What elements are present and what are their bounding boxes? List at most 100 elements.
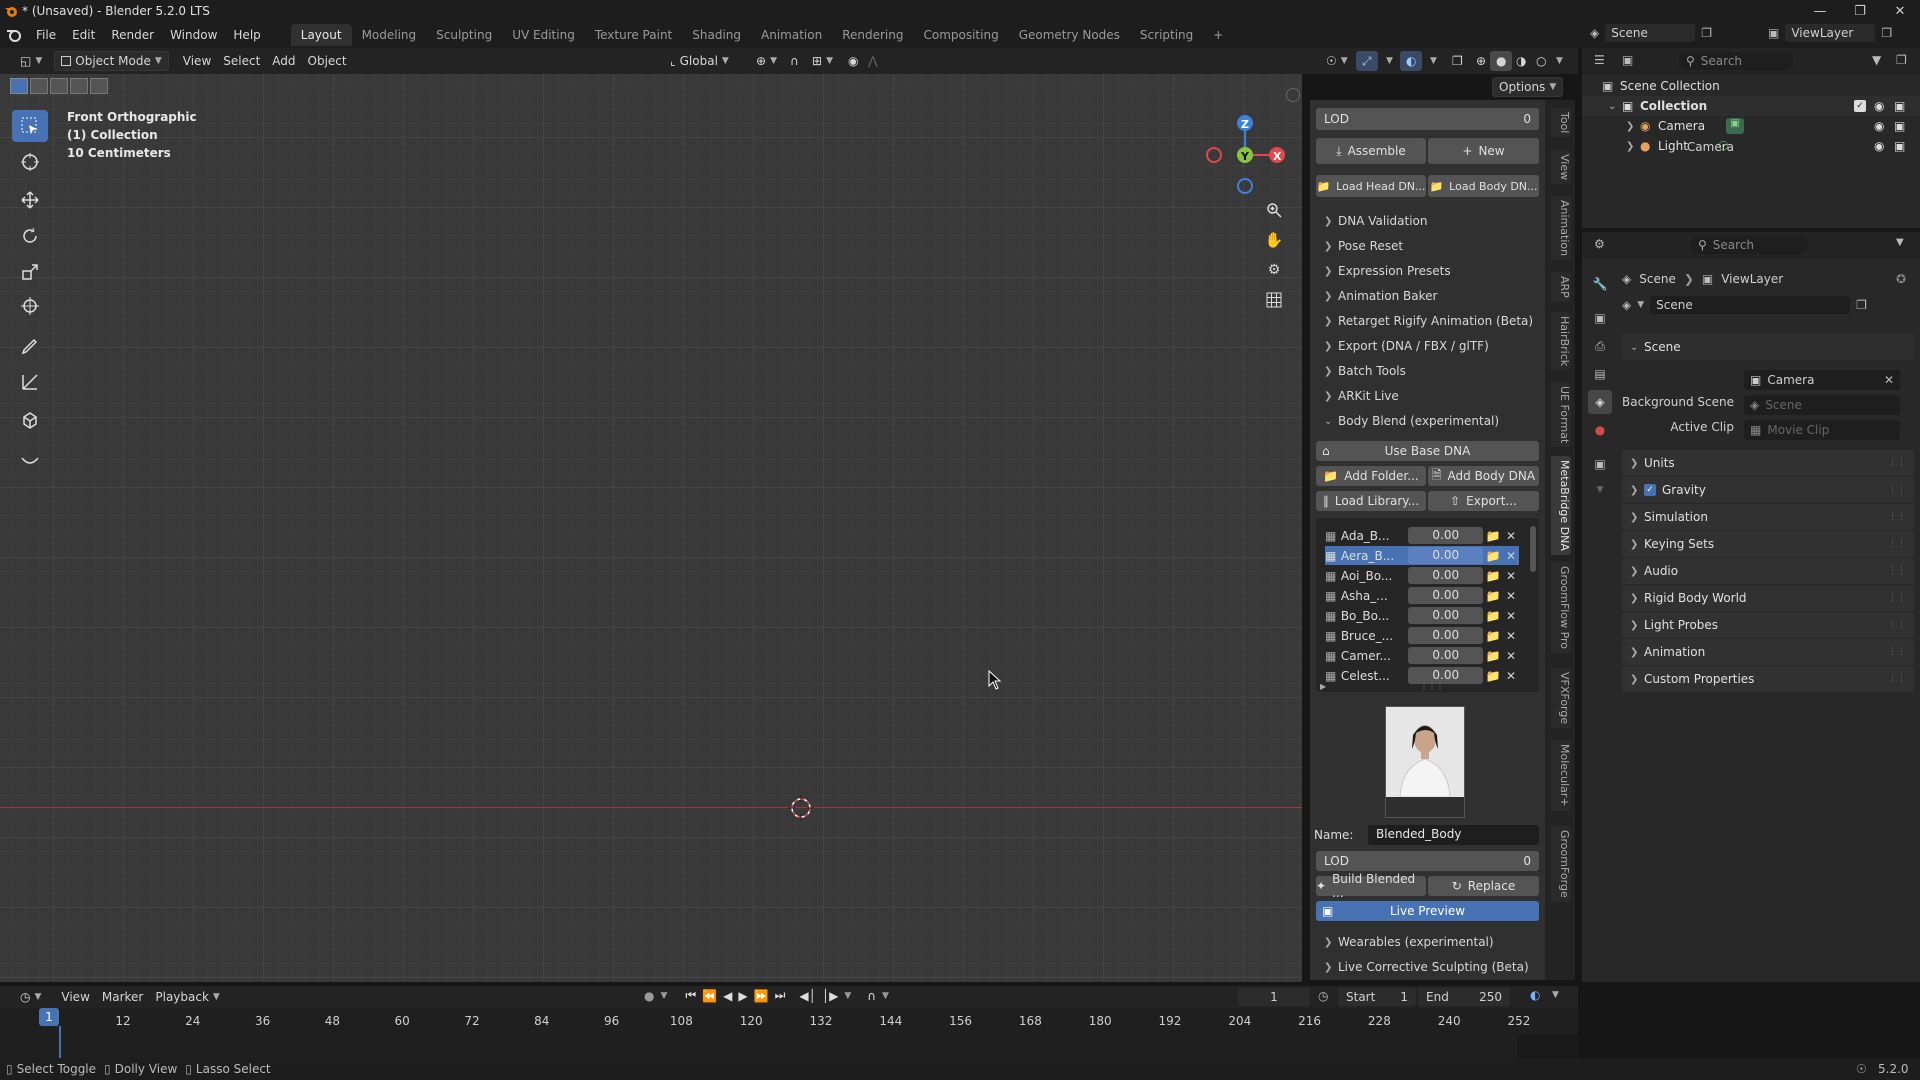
outliner-row-collection[interactable]: ⌄ ▣ Collection ✓ ◉ ▣ <box>1582 96 1920 116</box>
eye-icon[interactable]: ◉ <box>1874 119 1884 133</box>
next-marker-icon[interactable]: │▶ <box>822 989 838 1003</box>
tool-add-cube[interactable] <box>12 404 48 436</box>
vtab-groomforge[interactable]: GroomForge <box>1551 826 1571 902</box>
list-item-weight[interactable]: 0.00 <box>1408 567 1484 584</box>
scene-selector[interactable]: ◈ Scene ❐ <box>1590 24 1712 42</box>
tab-geometry-nodes[interactable]: Geometry Nodes <box>1009 24 1130 46</box>
pivot-point-button[interactable]: ⊕ ▼ <box>750 51 783 71</box>
playhead-line[interactable] <box>59 1026 61 1058</box>
add-workspace-button[interactable]: + <box>1203 24 1233 46</box>
folder-icon[interactable]: 📁 <box>1483 529 1503 543</box>
record-icon[interactable]: ● <box>644 989 654 1003</box>
viewlayer-selector[interactable]: ▣ ViewLayer ❐ <box>1768 24 1892 42</box>
add-body-dna-button[interactable]: 🗎 Add Body DNA <box>1428 466 1539 486</box>
shading-dropdown[interactable]: ▼ <box>1550 51 1569 71</box>
select-subtract-icon[interactable] <box>50 78 68 94</box>
tool-annotate[interactable] <box>12 330 48 362</box>
chevron-down-icon[interactable]: ▼ <box>844 991 851 1001</box>
outliner-editor-icon[interactable]: ☰ <box>1594 53 1605 67</box>
drag-grip-icon[interactable]: ⋮⋮ <box>1888 620 1906 630</box>
mode-selector[interactable]: Object Mode ▼ <box>54 51 169 71</box>
use-base-dna-button[interactable]: ⌂ Use Base DNA <box>1316 441 1539 461</box>
folder-icon[interactable]: 📁 <box>1483 609 1503 623</box>
shading-wireframe-button[interactable]: ⊕ <box>1470 51 1492 71</box>
minimize-button[interactable]: — <box>1800 0 1840 22</box>
jump-end-icon[interactable]: ⏭ <box>775 988 786 1003</box>
close-icon[interactable]: ✕ <box>1503 669 1519 683</box>
tool-measure[interactable] <box>12 366 48 398</box>
gizmo-toggle[interactable]: ⤢ <box>1356 51 1378 71</box>
gravity-checkbox-icon[interactable]: ✓ <box>1644 484 1656 496</box>
list-item-weight[interactable]: 0.00 <box>1408 627 1484 644</box>
chevron-right-icon[interactable]: ❯ <box>1626 121 1640 132</box>
list-item-weight[interactable]: 0.00 <box>1408 587 1484 604</box>
chevron-down-icon[interactable]: ▼ <box>1896 237 1904 248</box>
play-reverse-icon[interactable]: ◀ <box>723 989 732 1003</box>
folder-icon[interactable]: 📁 <box>1483 549 1503 563</box>
ortho-toggle-button[interactable] <box>1262 288 1286 312</box>
section-expression-presets[interactable]: ❯ Expression Presets <box>1324 261 1451 281</box>
prop-tab-view-layer[interactable]: ▤ <box>1588 362 1612 386</box>
folder-icon[interactable]: 📁 <box>1483 649 1503 663</box>
section-light-probes[interactable]: ❯ Light Probes ⋮⋮ <box>1622 612 1914 638</box>
auto-keying-icon[interactable]: ∩ <box>867 989 876 1003</box>
section-units[interactable]: ❯ Units ⋮⋮ <box>1622 450 1914 476</box>
new-scene-icon[interactable]: ❐ <box>1856 298 1867 312</box>
section-gravity[interactable]: ❯ ✓ Gravity ⋮⋮ <box>1622 477 1914 503</box>
list-item-weight[interactable]: 0.00 <box>1408 547 1484 564</box>
list-item-weight[interactable]: 0.00 <box>1408 527 1484 544</box>
tab-rendering[interactable]: Rendering <box>832 24 913 46</box>
next-keyframe-icon[interactable]: ⏩ <box>754 989 769 1003</box>
tab-compositing[interactable]: Compositing <box>913 24 1008 46</box>
close-icon[interactable]: ✕ <box>1503 549 1519 563</box>
gizmo-dropdown[interactable]: ▼ <box>1380 51 1399 71</box>
section-corrective-sculpting[interactable]: ❯ Live Corrective Sculpting (Beta) <box>1324 957 1529 977</box>
load-body-dna-button[interactable]: 📁 Load Body DN... <box>1428 175 1539 197</box>
menu-edit[interactable]: Edit <box>64 24 103 46</box>
prop-tab-render[interactable]: ▣ <box>1588 306 1612 330</box>
tool-transform[interactable] <box>12 290 48 322</box>
select-new-icon[interactable] <box>10 78 28 94</box>
section-custom-properties[interactable]: ❯ Custom Properties ⋮⋮ <box>1622 666 1914 692</box>
section-arkit-live[interactable]: ❯ ARKit Live <box>1324 386 1399 406</box>
eye-icon[interactable]: ◉ <box>1874 99 1884 113</box>
overlay-dropdown[interactable]: ▼ <box>1424 51 1443 71</box>
outliner-row-scene-collection[interactable]: ▣ Scene Collection <box>1582 76 1920 96</box>
new-collection-icon[interactable]: ❐ <box>1896 53 1907 67</box>
list-item[interactable]: ▦ Bo_Bo... 0.00 📁 ✕ <box>1325 606 1519 625</box>
tool-select-box[interactable] <box>12 110 48 142</box>
snap-toggle[interactable]: ∩ <box>784 51 805 71</box>
clock-icon[interactable]: ◷ <box>1318 989 1328 1003</box>
camera-data-icon[interactable]: ▣ <box>1726 118 1744 134</box>
menu-object[interactable]: Object <box>302 51 353 71</box>
tool-curve[interactable] <box>12 444 48 476</box>
timeline-area[interactable]: 12 24 36 48 60 72 84 96 108 120 132 144 156 168 180 192… <box>0 1008 1578 1058</box>
section-keying-sets[interactable]: ❯ Keying Sets ⋮⋮ <box>1622 531 1914 557</box>
folder-icon[interactable]: 📁 <box>1483 669 1503 683</box>
lod-field-2[interactable]: LOD 0 <box>1316 851 1539 871</box>
section-simulation[interactable]: ❯ Simulation ⋮⋮ <box>1622 504 1914 530</box>
replace-button[interactable]: ↻ Replace <box>1428 876 1539 896</box>
section-audio[interactable]: ❯ Audio ⋮⋮ <box>1622 558 1914 584</box>
filter-icon[interactable]: ▼ <box>1872 53 1881 67</box>
drag-grip-icon[interactable]: ⋮⋮ <box>1888 512 1906 522</box>
render-camera-icon[interactable]: ▣ <box>1894 119 1905 133</box>
build-blended-button[interactable]: ✦ Build Blended ... <box>1316 872 1426 900</box>
outliner-search-input[interactable]: ⚲ Search <box>1678 52 1794 70</box>
close-icon[interactable]: ✕ <box>1884 373 1894 387</box>
section-rigid-body-world[interactable]: ❯ Rigid Body World ⋮⋮ <box>1622 585 1914 611</box>
list-item[interactable]: ▦ Asha_... 0.00 📁 ✕ <box>1325 586 1519 605</box>
folder-icon[interactable]: 📁 <box>1483 629 1503 643</box>
timeline-menu-marker[interactable]: Marker <box>96 987 149 1007</box>
eye-icon[interactable]: ◉ <box>1874 139 1884 153</box>
vtab-arp[interactable]: ARP <box>1551 272 1571 302</box>
end-frame-field[interactable]: End 250 <box>1418 988 1510 1006</box>
load-library-button[interactable]: ∥ Load Library... <box>1316 491 1426 511</box>
chevron-down-icon[interactable]: ▼ <box>1552 990 1559 1000</box>
camera-field[interactable]: ▣ Camera ✕ <box>1744 370 1900 390</box>
select-intersect-icon[interactable] <box>90 78 108 94</box>
current-frame-field[interactable]: 1 <box>1238 988 1310 1006</box>
prev-marker-icon[interactable]: ◀│ <box>799 989 815 1003</box>
3d-cursor-icon[interactable] <box>788 795 814 821</box>
menu-view[interactable]: View <box>177 51 217 71</box>
